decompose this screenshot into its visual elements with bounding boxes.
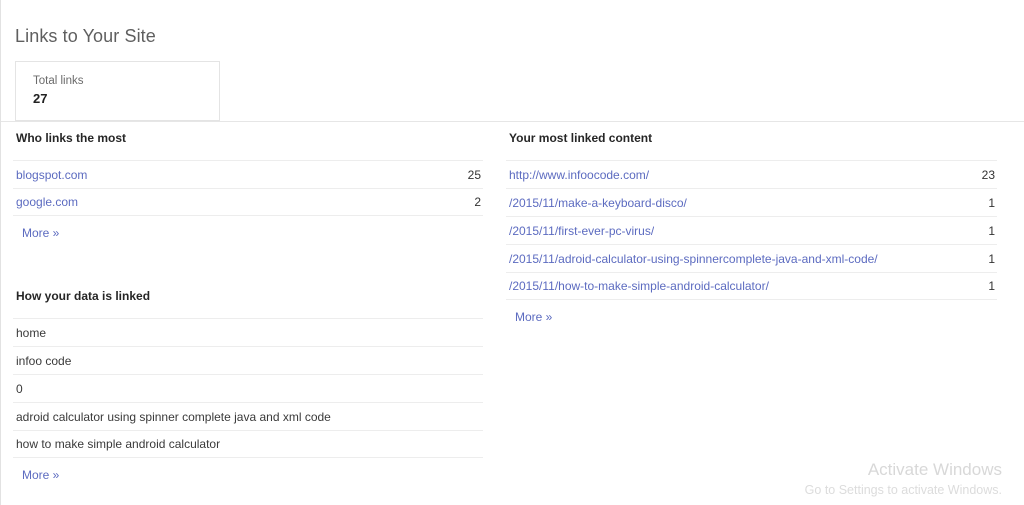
list-item-label: how to make simple android calculator <box>16 437 220 451</box>
links-to-your-site-page: Links to Your Site Total links 27 Who li… <box>0 0 1024 505</box>
section-your-most-linked-content: Your most linked content http://www.info… <box>506 131 997 326</box>
total-links-value: 27 <box>33 91 47 106</box>
list-item[interactable]: /2015/11/make-a-keyboard-disco/ 1 <box>506 188 997 216</box>
list-item-label[interactable]: /2015/11/how-to-make-simple-android-calc… <box>509 279 769 293</box>
list-item: 0 <box>13 374 483 402</box>
list-item-label: adroid calculator using spinner complete… <box>16 410 331 424</box>
list-item: home <box>13 318 483 346</box>
list-item-label[interactable]: /2015/11/adroid-calculator-using-spinner… <box>509 252 878 266</box>
how-your-data-is-linked-list: home infoo code 0 adroid calculator usin… <box>13 318 483 458</box>
list-item-count: 23 <box>970 168 995 182</box>
watermark-subtitle: Go to Settings to activate Windows. <box>805 481 1002 499</box>
total-links-label: Total links <box>33 75 84 87</box>
section-title-your-most-linked-content: Your most linked content <box>509 131 997 145</box>
list-item-count: 1 <box>976 224 995 238</box>
list-item-label[interactable]: /2015/11/first-ever-pc-virus/ <box>509 224 654 238</box>
list-item-label: 0 <box>16 382 23 396</box>
list-item-label[interactable]: http://www.infoocode.com/ <box>509 168 649 182</box>
list-item: adroid calculator using spinner complete… <box>13 402 483 430</box>
total-links-card: Total links 27 <box>15 61 220 121</box>
who-links-the-most-list: blogspot.com 25 google.com 2 <box>13 160 483 216</box>
list-item[interactable]: http://www.infoocode.com/ 23 <box>506 160 997 188</box>
list-item[interactable]: /2015/11/how-to-make-simple-android-calc… <box>506 272 997 300</box>
page-title: Links to Your Site <box>15 26 156 47</box>
list-item-count: 2 <box>462 195 481 209</box>
section-who-links-the-most: Who links the most blogspot.com 25 googl… <box>13 131 483 242</box>
section-title-how-your-data-is-linked: How your data is linked <box>16 289 483 303</box>
watermark-title: Activate Windows <box>805 459 1002 481</box>
section-how-your-data-is-linked: How your data is linked home infoo code … <box>13 289 483 484</box>
list-item[interactable]: /2015/11/adroid-calculator-using-spinner… <box>506 244 997 272</box>
list-item-label: infoo code <box>16 354 71 368</box>
list-item-count: 25 <box>456 168 481 182</box>
windows-activation-watermark: Activate Windows Go to Settings to activ… <box>805 459 1002 499</box>
list-item-label: home <box>16 326 46 340</box>
list-item[interactable]: blogspot.com 25 <box>13 160 483 188</box>
your-most-linked-content-list: http://www.infoocode.com/ 23 /2015/11/ma… <box>506 160 997 300</box>
list-item-label[interactable]: blogspot.com <box>16 168 87 182</box>
list-item-label[interactable]: google.com <box>16 195 78 209</box>
more-link-how-your-data-is-linked[interactable]: More » <box>22 468 59 482</box>
list-item-count: 1 <box>976 279 995 293</box>
more-link-your-most-linked-content[interactable]: More » <box>515 310 552 324</box>
header-divider <box>1 121 1024 122</box>
list-item[interactable]: /2015/11/first-ever-pc-virus/ 1 <box>506 216 997 244</box>
list-item: how to make simple android calculator <box>13 430 483 458</box>
list-item: infoo code <box>13 346 483 374</box>
list-item-label[interactable]: /2015/11/make-a-keyboard-disco/ <box>509 196 687 210</box>
more-link-who-links-the-most[interactable]: More » <box>22 226 59 240</box>
list-item[interactable]: google.com 2 <box>13 188 483 216</box>
list-item-count: 1 <box>976 196 995 210</box>
list-item-count: 1 <box>976 252 995 266</box>
section-title-who-links-the-most: Who links the most <box>16 131 483 145</box>
